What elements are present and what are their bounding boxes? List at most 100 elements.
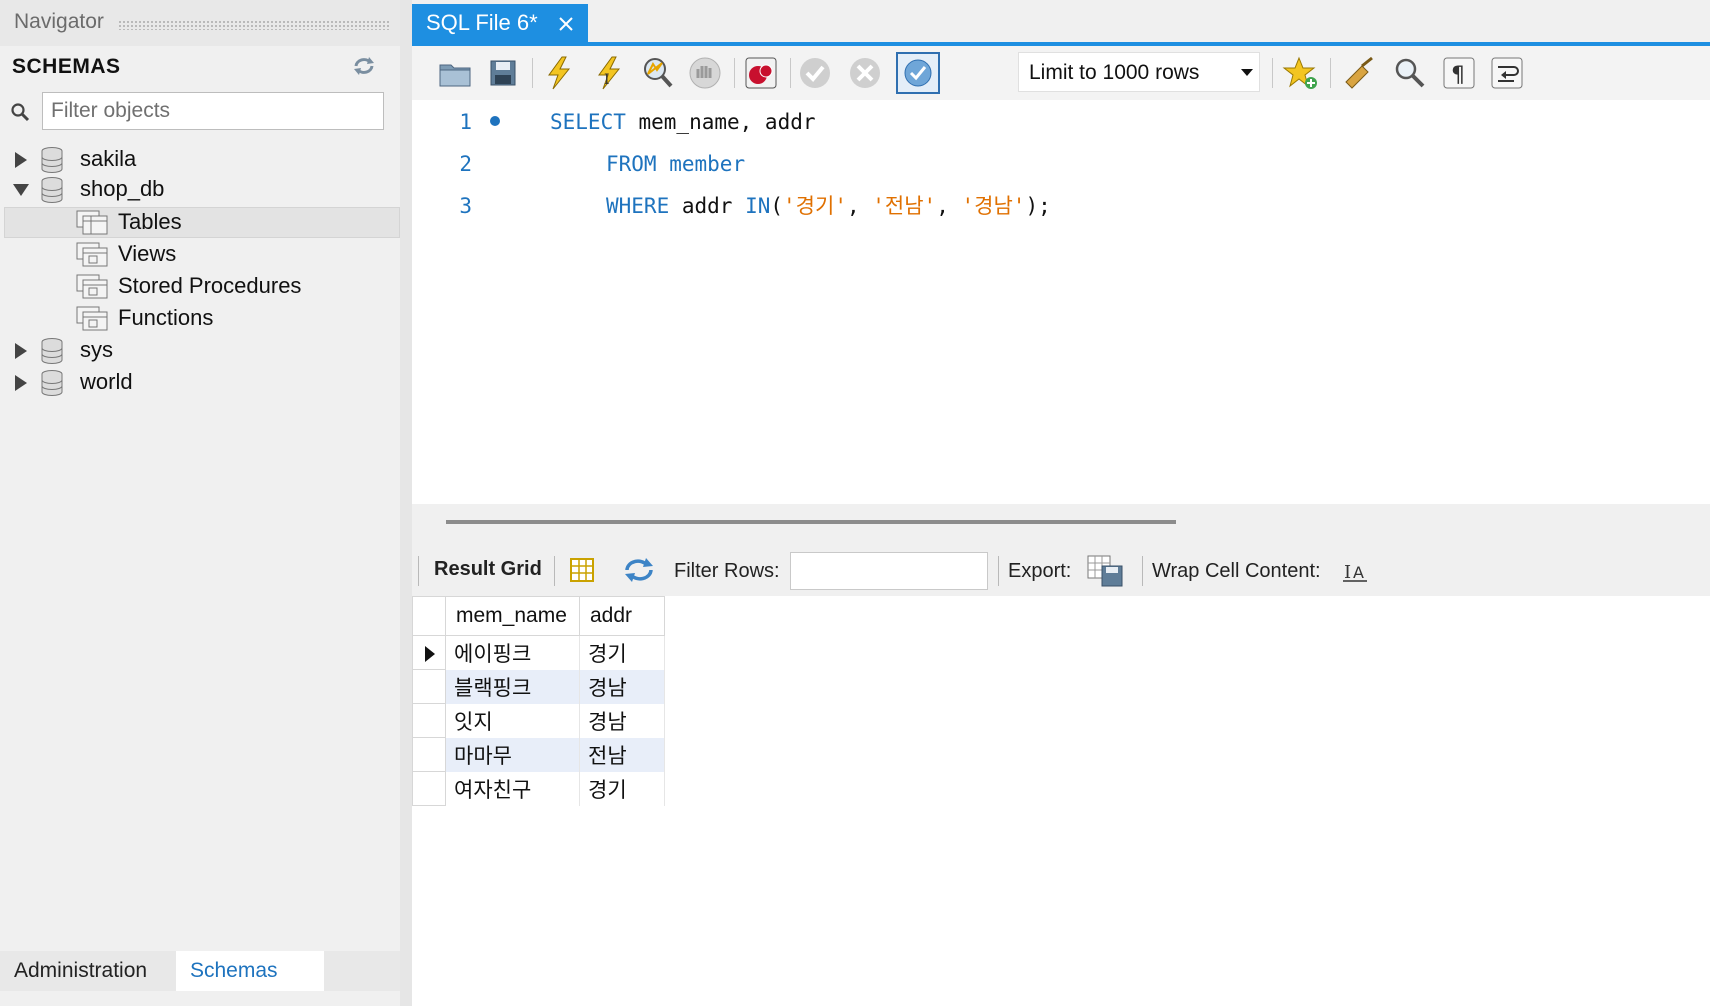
tree-item-sys[interactable]: sys	[0, 336, 400, 366]
expand-arrow-icon[interactable]	[12, 374, 30, 392]
table-cell[interactable]: 전남	[579, 737, 665, 772]
open-folder-icon[interactable]	[436, 54, 474, 92]
result-grid: mem_name addr 에이핑크 경기 블랙핑크 경남 잇지 경남 마마무 …	[412, 596, 1710, 1006]
statement-marker-icon	[490, 116, 500, 126]
table-cell[interactable]: 블랙핑크	[445, 669, 580, 704]
grid-view-icon[interactable]	[568, 556, 596, 584]
tab-sql-file[interactable]: SQL File 6*	[412, 4, 588, 46]
toolbar-separator	[734, 58, 735, 88]
editor-horizontal-scrollbar[interactable]	[412, 504, 1710, 544]
tree-item-shop-db[interactable]: shop_db	[0, 175, 400, 205]
navigator-drag-handle[interactable]	[118, 20, 390, 30]
table-cell[interactable]: 경기	[579, 771, 665, 806]
column-header[interactable]: addr	[579, 596, 665, 636]
invisible-chars-icon[interactable]: ¶	[1440, 54, 1478, 92]
sql-text: );	[1025, 194, 1051, 218]
toolbar-separator	[532, 58, 533, 88]
tab-label: SQL File 6*	[426, 10, 538, 35]
sql-text: addr	[669, 194, 746, 218]
expand-arrow-icon[interactable]	[12, 151, 30, 169]
code-line[interactable]: FROM member	[606, 146, 745, 182]
scrollbar-thumb[interactable]	[446, 520, 1176, 524]
word-wrap-icon[interactable]	[1488, 54, 1526, 92]
table-cell[interactable]: 마마무	[445, 737, 580, 772]
row-header[interactable]	[412, 771, 446, 806]
save-icon[interactable]	[484, 54, 522, 92]
database-icon	[41, 177, 63, 203]
close-icon[interactable]	[556, 14, 576, 34]
code-line[interactable]: WHERE addr IN('경기', '전남', '경남');	[606, 188, 1051, 224]
execute-icon[interactable]	[540, 54, 578, 92]
table-row[interactable]: 블랙핑크 경남	[412, 669, 665, 704]
wrap-cell-content-label: Wrap Cell Content:	[1152, 560, 1321, 582]
views-folder-icon	[76, 242, 108, 267]
collapse-arrow-icon[interactable]	[12, 181, 30, 199]
table-row[interactable]: 마마무 전남	[412, 737, 665, 772]
tab-administration[interactable]: Administration	[0, 951, 162, 991]
database-icon	[41, 338, 63, 364]
refresh-icon[interactable]	[352, 56, 376, 76]
panel-splitter[interactable]	[400, 0, 412, 1006]
sql-keyword: member	[669, 152, 746, 176]
row-limit-select[interactable]: Limit to 1000 rows	[1018, 52, 1260, 92]
tree-item-tables[interactable]: Tables	[0, 208, 400, 238]
table-cell[interactable]: 경남	[579, 669, 665, 704]
autocommit-toggle-icon[interactable]	[896, 52, 940, 94]
wrap-cell-icon[interactable]: I A	[1342, 558, 1368, 584]
filter-objects-input[interactable]	[42, 92, 384, 130]
table-cell[interactable]: 경남	[579, 703, 665, 738]
database-icon	[41, 370, 63, 396]
functions-folder-icon	[76, 306, 108, 331]
table-row[interactable]: 여자친구 경기	[412, 771, 665, 806]
execute-current-icon[interactable]: I	[590, 54, 628, 92]
table-cell[interactable]: 여자친구	[445, 771, 580, 806]
refresh-results-icon[interactable]	[622, 556, 656, 584]
editor-toolbar: I Limit to 1000 rows ¶	[412, 46, 1710, 100]
sql-editor[interactable]: 1 2 3 SELECT mem_name, addr FROM member …	[412, 100, 1710, 504]
row-header[interactable]	[412, 635, 446, 670]
table-row[interactable]: 에이핑크 경기	[412, 635, 665, 670]
row-header[interactable]	[412, 703, 446, 738]
toolbar-separator	[1330, 58, 1331, 88]
explain-icon[interactable]	[638, 54, 676, 92]
expand-arrow-icon[interactable]	[12, 342, 30, 360]
result-toolbar: Result Grid Filter Rows: Export: Wrap Ce…	[412, 544, 1710, 596]
tree-item-label: world	[80, 369, 133, 394]
tree-item-stored-procedures[interactable]: Stored Procedures	[0, 272, 400, 302]
row-header-corner	[412, 596, 446, 636]
filter-rows-input[interactable]	[790, 552, 988, 590]
editor-tabbar: SQL File 6*	[412, 0, 1710, 46]
database-icon	[41, 147, 63, 173]
beautify-broom-icon[interactable]	[1340, 54, 1378, 92]
column-header[interactable]: mem_name	[445, 596, 580, 636]
find-icon[interactable]	[1390, 54, 1428, 92]
table-row[interactable]: 잇지 경남	[412, 703, 665, 738]
row-header[interactable]	[412, 737, 446, 772]
tree-item-views[interactable]: Views	[0, 240, 400, 270]
row-limit-label: Limit to 1000 rows	[1029, 61, 1200, 84]
row-header[interactable]	[412, 669, 446, 704]
chevron-down-icon	[1241, 69, 1253, 76]
sql-keyword: FROM	[606, 152, 657, 176]
stop-icon[interactable]	[686, 54, 724, 92]
tree-item-functions[interactable]: Functions	[0, 304, 400, 334]
svg-text:I: I	[604, 72, 610, 88]
export-icon[interactable]	[1086, 554, 1124, 588]
sql-string: '경기'	[783, 194, 847, 218]
toolbar-separator	[790, 58, 791, 88]
table-cell[interactable]: 경기	[579, 635, 665, 670]
commit-icon[interactable]	[796, 54, 834, 92]
tab-schemas[interactable]: Schemas	[176, 951, 324, 991]
editor-panel: SQL File 6* I Limit to 1000 rows ¶ 1 2 3…	[412, 0, 1710, 1006]
stop-on-error-icon[interactable]	[742, 54, 780, 92]
add-snippet-star-icon[interactable]	[1282, 54, 1320, 92]
table-cell[interactable]: 에이핑크	[445, 635, 580, 670]
result-grid-tab[interactable]: Result Grid	[434, 558, 542, 581]
tree-item-world[interactable]: world	[0, 368, 400, 398]
code-line[interactable]: SELECT mem_name, addr	[550, 104, 816, 140]
rollback-icon[interactable]	[846, 54, 884, 92]
tree-item-sakila[interactable]: sakila	[0, 145, 400, 175]
table-cell[interactable]: 잇지	[445, 703, 580, 738]
current-row-arrow-icon	[425, 646, 435, 662]
sql-text: ,	[936, 194, 962, 218]
